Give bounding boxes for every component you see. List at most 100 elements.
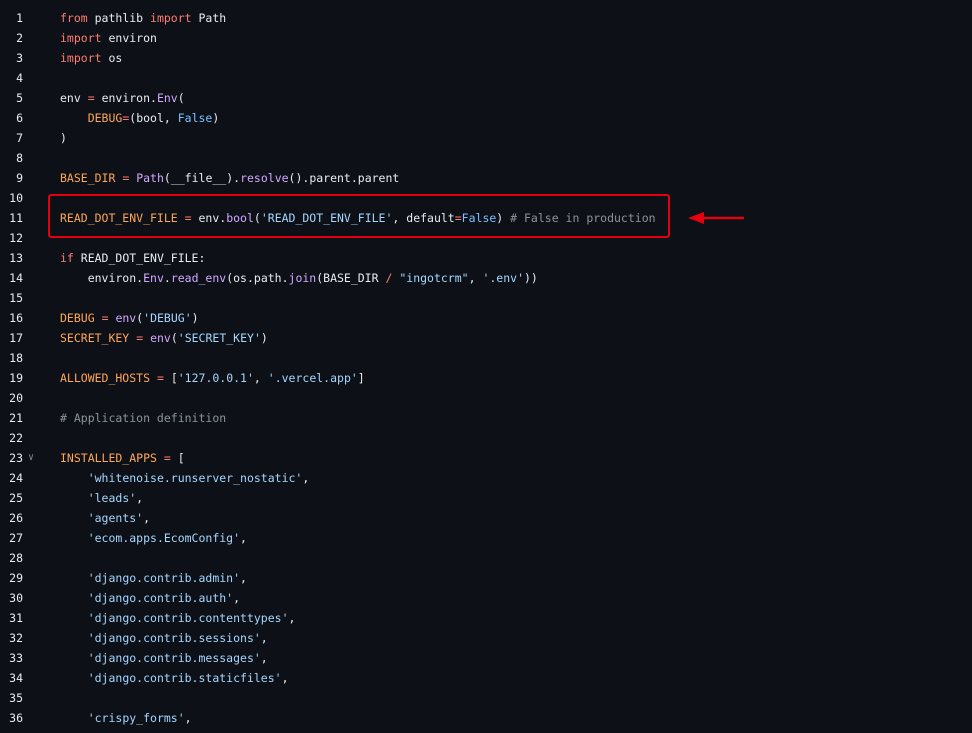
code-token: 'django.contrib.messages' xyxy=(87,651,261,665)
line-number: 1 xyxy=(16,11,23,25)
chevron-down-icon[interactable]: ∨ xyxy=(28,448,34,468)
code-line[interactable]: 17 SECRET_KEY = env('SECRET_KEY') xyxy=(0,328,972,348)
code-token: 'crispy_forms' xyxy=(87,711,185,725)
code-token: 'SECRET_KEY' xyxy=(177,331,261,345)
code-text: env = environ.Env( xyxy=(60,88,185,108)
code-line[interactable]: 2 import environ xyxy=(0,28,972,48)
code-line[interactable]: 23 ∨ INSTALLED_APPS = [ xyxy=(0,448,972,468)
code-token: = xyxy=(156,371,164,385)
code-text: 'django.contrib.messages', xyxy=(60,648,268,668)
code-token: = xyxy=(163,451,171,465)
line-number: 25 xyxy=(9,491,23,505)
code-line[interactable]: 29 'django.contrib.admin', xyxy=(0,568,972,588)
line-number: 13 xyxy=(9,251,23,265)
code-text: 'agents', xyxy=(60,508,150,528)
code-token: INSTALLED_APPS xyxy=(60,451,157,465)
code-token: Env xyxy=(156,91,178,105)
code-line[interactable]: 7) xyxy=(0,128,972,148)
code-line[interactable]: 26 'agents', xyxy=(0,508,972,528)
code-text: DEBUG=(bool, False) xyxy=(60,108,220,128)
code-token: Path xyxy=(136,171,164,185)
code-line[interactable]: 4 xyxy=(0,68,972,88)
code-token: environ. xyxy=(60,271,144,285)
line-number: 31 xyxy=(9,611,23,625)
line-number: 29 xyxy=(9,571,23,585)
code-line[interactable]: 36 'crispy_forms', xyxy=(0,708,972,728)
code-text: if READ_DOT_ENV_FILE: xyxy=(60,248,205,268)
code-token: 'django.contrib.sessions' xyxy=(87,631,261,645)
code-line[interactable]: 1 from pathlib import Path xyxy=(0,8,972,28)
code-line[interactable]: 13 if READ_DOT_ENV_FILE: xyxy=(0,248,972,268)
code-line[interactable]: 18 xyxy=(0,348,972,368)
line-number: 23 xyxy=(9,451,23,465)
code-text: import os xyxy=(60,48,122,68)
code-line[interactable]: 19 ALLOWED_HOSTS = ['127.0.0.1', '.vercel… xyxy=(0,368,972,388)
code-line[interactable]: 8 xyxy=(0,148,972,168)
line-number: 22 xyxy=(9,431,23,445)
code-token: join xyxy=(288,271,317,285)
code-token: import xyxy=(150,11,192,25)
code-line[interactable]: 35 xyxy=(0,688,972,708)
code-text: 'django.contrib.auth', xyxy=(60,588,240,608)
line-number: 34 xyxy=(9,671,23,685)
code-line[interactable]: 16 DEBUG = env('DEBUG') xyxy=(0,308,972,328)
code-line[interactable]: 5 env = environ.Env( xyxy=(0,88,972,108)
code-line[interactable]: 33 'django.contrib.messages', xyxy=(0,648,972,668)
code-token: env xyxy=(150,331,171,345)
code-line[interactable]: 31 'django.contrib.contenttypes', xyxy=(0,608,972,628)
code-token: 'ecom.apps.EcomConfig' xyxy=(87,531,241,545)
code-token: , xyxy=(468,271,483,285)
line-number: 32 xyxy=(9,631,23,645)
code-line[interactable]: 24 'whitenoise.runserver_nostatic', xyxy=(0,468,972,488)
code-token: SECRET_KEY xyxy=(60,331,130,345)
code-token: ] xyxy=(357,371,365,385)
code-line[interactable]: 20 xyxy=(0,388,972,408)
code-token: read_env xyxy=(170,271,227,285)
code-token: DEBUG xyxy=(87,111,123,125)
code-line[interactable]: 14 environ.Env.read_env(os.path.join(BAS… xyxy=(0,268,972,288)
code-line[interactable]: 32 'django.contrib.sessions', xyxy=(0,628,972,648)
code-token: = xyxy=(87,91,95,105)
code-line[interactable]: 21 # Application definition xyxy=(0,408,972,428)
line-number: 15 xyxy=(9,291,23,305)
code-token: , xyxy=(143,511,151,525)
code-line[interactable]: 3 import os xyxy=(0,48,972,68)
line-number: 3 xyxy=(16,51,23,65)
line-number: 18 xyxy=(9,351,23,365)
code-line[interactable]: 6 DEBUG=(bool, False) xyxy=(0,108,972,128)
code-token: os xyxy=(101,51,123,65)
code-line[interactable]: 27 'ecom.apps.EcomConfig', xyxy=(0,528,972,548)
code-token: (__file__). xyxy=(163,171,241,185)
code-token: , xyxy=(260,631,268,645)
code-line[interactable]: 9 BASE_DIR = Path(__file__).resolve().par… xyxy=(0,168,972,188)
line-number: 11 xyxy=(9,211,23,225)
code-line[interactable]: 15 xyxy=(0,288,972,308)
code-line[interactable]: 22 xyxy=(0,428,972,448)
code-line[interactable]: 25 'leads', xyxy=(0,488,972,508)
line-number: 14 xyxy=(9,271,23,285)
line-number: 6 xyxy=(16,111,23,125)
line-number: 4 xyxy=(16,71,23,85)
code-token: READ_DOT_ENV_FILE: xyxy=(73,251,206,265)
code-token: import xyxy=(60,51,102,65)
code-text: 'django.contrib.admin', xyxy=(60,568,247,588)
code-token: "ingotcrm" xyxy=(399,271,469,285)
line-number: 28 xyxy=(9,551,23,565)
code-token: from xyxy=(60,11,88,25)
line-number: 12 xyxy=(9,231,23,245)
code-line[interactable]: 34 'django.contrib.staticfiles', xyxy=(0,668,972,688)
code-token: 'django.contrib.staticfiles' xyxy=(87,671,282,685)
code-token: ().parent.parent xyxy=(288,171,400,185)
code-line[interactable]: 28 xyxy=(0,548,972,568)
code-token: environ. xyxy=(94,91,157,105)
code-line[interactable]: 30 'django.contrib.auth', xyxy=(0,588,972,608)
code-token: 'leads' xyxy=(87,491,137,505)
